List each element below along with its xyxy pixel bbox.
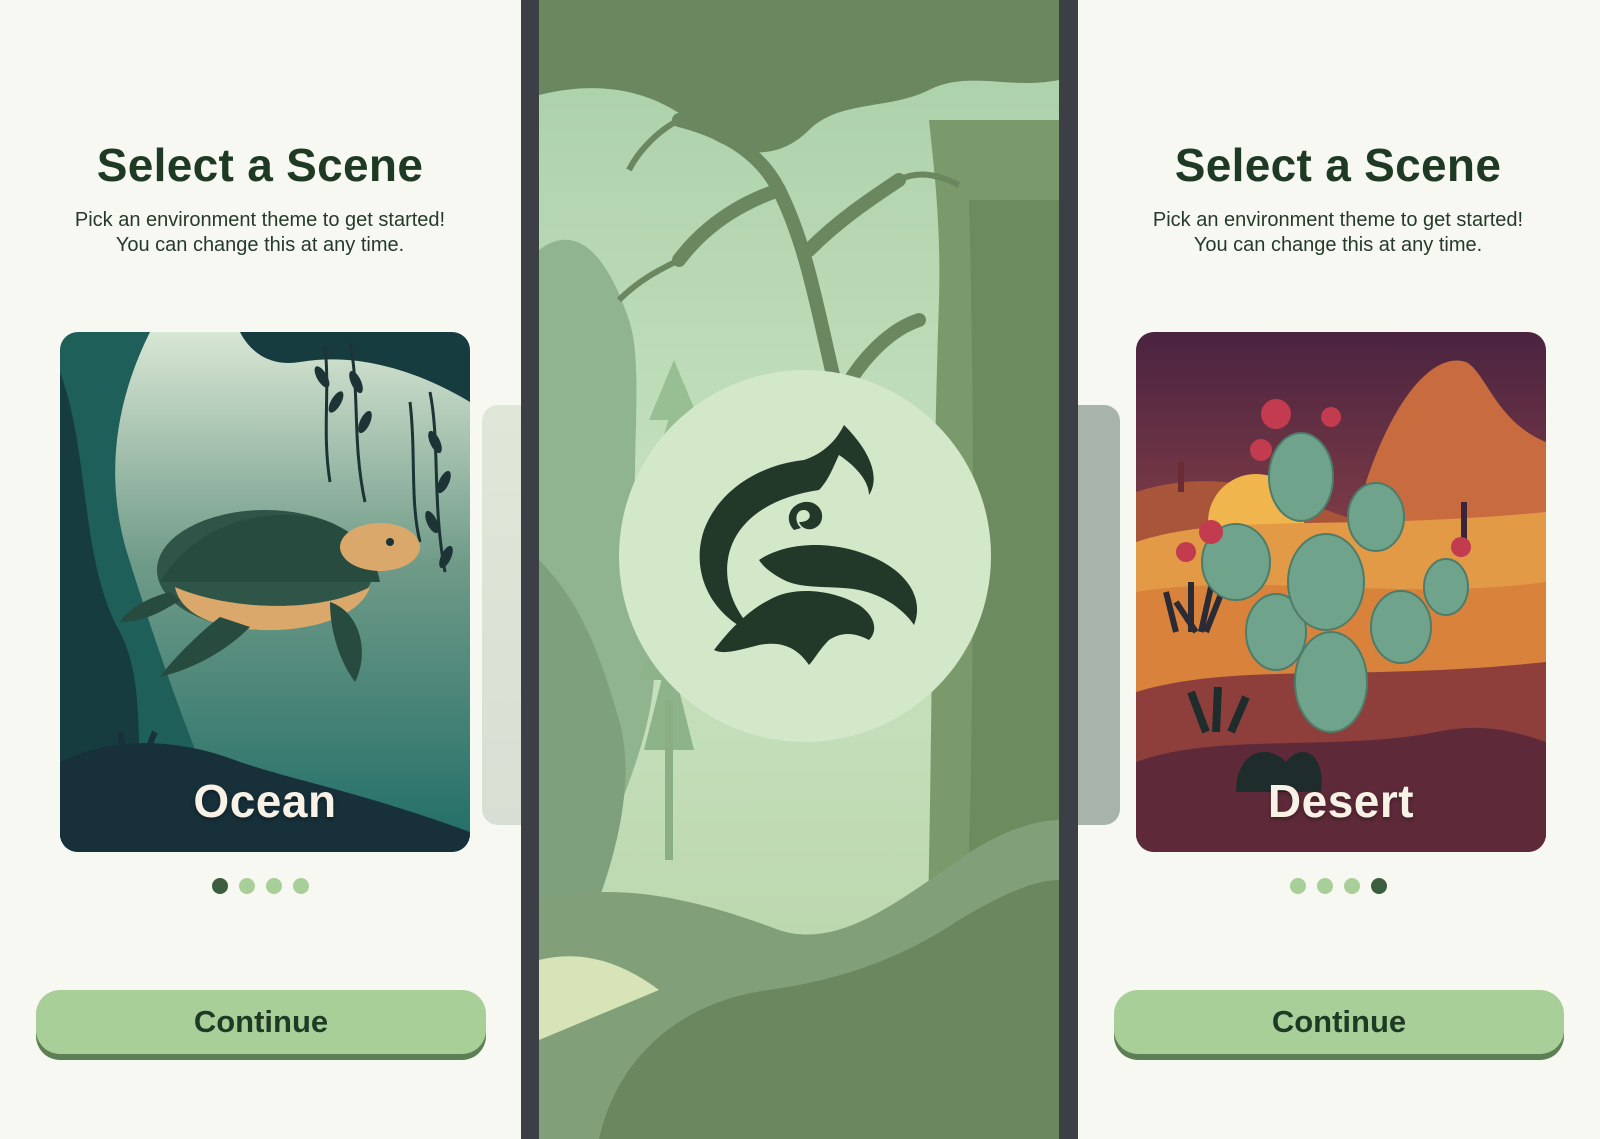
- pager-dot[interactable]: [265, 878, 282, 894]
- page-subtitle: Pick an environment theme to get started…: [0, 208, 520, 258]
- pager-dot[interactable]: [1370, 878, 1387, 894]
- page-title: Select a Scene: [1174, 139, 1502, 191]
- pager-dot[interactable]: [292, 878, 309, 894]
- pager-dot[interactable]: [1316, 878, 1333, 894]
- continue-button[interactable]: Continue: [36, 990, 486, 1054]
- pager-dot[interactable]: [1289, 878, 1306, 894]
- subtitle-line-2: You can change this at any time.: [1193, 234, 1483, 256]
- scene-card-ocean[interactable]: Ocean: [60, 332, 470, 852]
- page-subtitle: Pick an environment theme to get started…: [1078, 208, 1598, 258]
- pager-dot[interactable]: [238, 878, 255, 894]
- subtitle-line-2: You can change this at any time.: [115, 234, 405, 256]
- scene-card-label: Ocean: [193, 775, 337, 827]
- subtitle-line-1: Pick an environment theme to get started…: [74, 209, 446, 231]
- ocean-screen: Select a Scene Pick an environment theme…: [0, 0, 520, 1139]
- scene-card-label: Desert: [1267, 775, 1415, 827]
- desert-screen: Select a Scene Pick an environment theme…: [1078, 0, 1598, 1139]
- page-title: Select a Scene: [96, 139, 424, 191]
- splash-screen: [521, 0, 1078, 1139]
- pager-dot[interactable]: [1343, 878, 1360, 894]
- pager-dots: [1078, 878, 1598, 894]
- animal-silhouettes-logo-icon: [619, 370, 991, 742]
- scene-card-desert[interactable]: Desert: [1136, 332, 1546, 852]
- subtitle-line-1: Pick an environment theme to get started…: [1152, 209, 1524, 231]
- pager-dots: [0, 878, 520, 894]
- pager-dot[interactable]: [211, 878, 228, 894]
- continue-button[interactable]: Continue: [1114, 990, 1564, 1054]
